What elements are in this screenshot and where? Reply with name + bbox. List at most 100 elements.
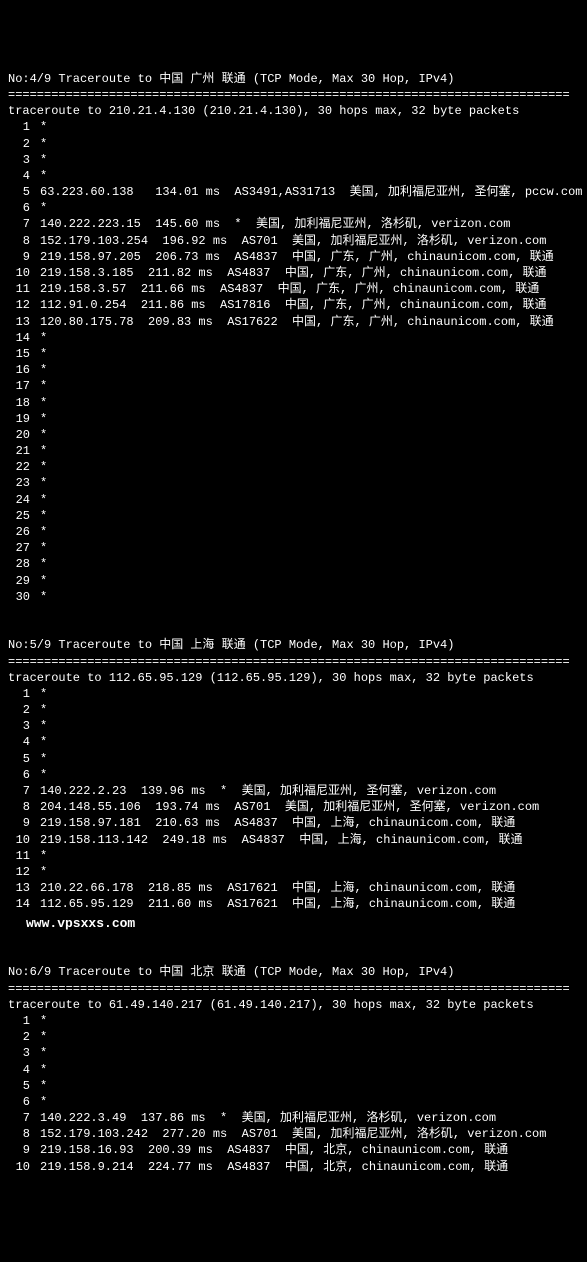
hop-row: 7 140.222.223.15 145.60 ms * 美国, 加利福尼亚州,… xyxy=(8,216,579,232)
hop-row: 5 63.223.60.138 134.01 ms AS3491,AS31713… xyxy=(8,184,579,200)
hop-detail: * xyxy=(40,1030,47,1044)
hop-row: 2 * xyxy=(8,136,579,152)
hop-number: 5 xyxy=(8,1078,30,1094)
hop-detail: * xyxy=(40,509,47,523)
hop-row: 6 * xyxy=(8,200,579,216)
hop-detail: 219.158.9.214 224.77 ms AS4837 中国, 北京, c… xyxy=(40,1160,508,1174)
hop-number: 10 xyxy=(8,1159,30,1175)
hop-row: 13 210.22.66.178 218.85 ms AS17621 中国, 上… xyxy=(8,880,579,896)
hop-number: 6 xyxy=(8,767,30,783)
hop-detail: * xyxy=(40,347,47,361)
hop-detail: * xyxy=(40,169,47,183)
hop-row: 16 * xyxy=(8,362,579,378)
blank-line xyxy=(8,605,579,621)
hop-row: 13 120.80.175.78 209.83 ms AS17622 中国, 广… xyxy=(8,314,579,330)
hop-number: 19 xyxy=(8,411,30,427)
hop-row: 30 * xyxy=(8,589,579,605)
hop-number: 18 xyxy=(8,395,30,411)
hop-number: 7 xyxy=(8,1110,30,1126)
hop-row: 19 * xyxy=(8,411,579,427)
hop-detail: * xyxy=(40,525,47,539)
hop-number: 5 xyxy=(8,184,30,200)
hop-row: 22 * xyxy=(8,459,579,475)
hop-row: 3 * xyxy=(8,152,579,168)
hop-row: 9 219.158.97.205 206.73 ms AS4837 中国, 广东… xyxy=(8,249,579,265)
hop-row: 14 * xyxy=(8,330,579,346)
hop-row: 27 * xyxy=(8,540,579,556)
hop-row: 8 152.179.103.254 196.92 ms AS701 美国, 加利… xyxy=(8,233,579,249)
hop-row: 3 * xyxy=(8,1045,579,1061)
hop-number: 24 xyxy=(8,492,30,508)
hop-number: 1 xyxy=(8,686,30,702)
hop-row: 8 152.179.103.242 277.20 ms AS701 美国, 加利… xyxy=(8,1126,579,1142)
hop-row: 14 112.65.95.129 211.60 ms AS17621 中国, 上… xyxy=(8,896,579,912)
separator: ========================================… xyxy=(8,87,579,103)
hop-detail: * xyxy=(40,396,47,410)
hop-detail: 120.80.175.78 209.83 ms AS17622 中国, 广东, … xyxy=(40,315,554,329)
hop-detail: * xyxy=(40,460,47,474)
watermark-label: www.vpsxxs.com xyxy=(26,916,135,931)
hop-number: 9 xyxy=(8,249,30,265)
hop-detail: * xyxy=(40,541,47,555)
hop-detail: * xyxy=(40,719,47,733)
hop-number: 2 xyxy=(8,1029,30,1045)
hop-detail: * xyxy=(40,687,47,701)
hop-row: 1 * xyxy=(8,1013,579,1029)
hop-number: 14 xyxy=(8,330,30,346)
hop-row: 12 112.91.0.254 211.86 ms AS17816 中国, 广东… xyxy=(8,297,579,313)
hop-detail: 112.91.0.254 211.86 ms AS17816 中国, 广东, 广… xyxy=(40,298,546,312)
hop-row: 11 219.158.3.57 211.66 ms AS4837 中国, 广东,… xyxy=(8,281,579,297)
trace-subheader: traceroute to 112.65.95.129 (112.65.95.1… xyxy=(8,670,579,686)
hop-number: 4 xyxy=(8,168,30,184)
hop-number: 3 xyxy=(8,1045,30,1061)
hop-detail: * xyxy=(40,201,47,215)
hop-number: 2 xyxy=(8,702,30,718)
hop-detail: 219.158.97.205 206.73 ms AS4837 中国, 广东, … xyxy=(40,250,554,264)
hop-detail: 219.158.16.93 200.39 ms AS4837 中国, 北京, c… xyxy=(40,1143,508,1157)
hop-number: 12 xyxy=(8,864,30,880)
trace-header-text: No:5/9 Traceroute to 中国 上海 联通 (TCP Mode,… xyxy=(8,638,454,652)
hop-row: 10 219.158.3.185 211.82 ms AS4837 中国, 广东… xyxy=(8,265,579,281)
hop-number: 1 xyxy=(8,119,30,135)
hop-detail: * xyxy=(40,444,47,458)
hop-number: 8 xyxy=(8,1126,30,1142)
hop-number: 4 xyxy=(8,734,30,750)
hop-number: 7 xyxy=(8,783,30,799)
hop-detail: 219.158.3.57 211.66 ms AS4837 中国, 广东, 广州… xyxy=(40,282,539,296)
hop-detail: 152.179.103.242 277.20 ms AS701 美国, 加利福尼… xyxy=(40,1127,546,1141)
hop-detail: 204.148.55.106 193.74 ms AS701 美国, 加利福尼亚… xyxy=(40,800,539,814)
hop-number: 21 xyxy=(8,443,30,459)
hop-number: 20 xyxy=(8,427,30,443)
hop-row: 4 * xyxy=(8,168,579,184)
hop-row: 4 * xyxy=(8,734,579,750)
hop-detail: * xyxy=(40,590,47,604)
trace-subheader-text: traceroute to 112.65.95.129 (112.65.95.1… xyxy=(8,671,534,685)
separator-line: ========================================… xyxy=(8,982,570,996)
hop-number: 15 xyxy=(8,346,30,362)
hop-number: 22 xyxy=(8,459,30,475)
hop-detail: 152.179.103.254 196.92 ms AS701 美国, 加利福尼… xyxy=(40,234,546,248)
hop-detail: * xyxy=(40,120,47,134)
hop-row: 17 * xyxy=(8,378,579,394)
hop-row: 5 * xyxy=(8,1078,579,1094)
hop-row: 6 * xyxy=(8,1094,579,1110)
hop-number: 11 xyxy=(8,281,30,297)
hop-detail: * xyxy=(40,735,47,749)
hop-detail: * xyxy=(40,1079,47,1093)
blank-line xyxy=(8,932,579,948)
hop-detail: 210.22.66.178 218.85 ms AS17621 中国, 上海, … xyxy=(40,881,515,895)
hop-row: 10 219.158.113.142 249.18 ms AS4837 中国, … xyxy=(8,832,579,848)
hop-row: 2 * xyxy=(8,1029,579,1045)
hop-number: 14 xyxy=(8,896,30,912)
hop-detail: * xyxy=(40,153,47,167)
trace-header-text: No:6/9 Traceroute to 中国 北京 联通 (TCP Mode,… xyxy=(8,965,454,979)
hop-detail: 140.222.2.23 139.96 ms * 美国, 加利福尼亚州, 圣何塞… xyxy=(40,784,496,798)
hop-number: 30 xyxy=(8,589,30,605)
hop-detail: * xyxy=(40,428,47,442)
hop-number: 3 xyxy=(8,152,30,168)
hop-detail: * xyxy=(40,1063,47,1077)
hop-row: 6 * xyxy=(8,767,579,783)
hop-detail: * xyxy=(40,768,47,782)
hop-detail: * xyxy=(40,574,47,588)
hop-row: 11 * xyxy=(8,848,579,864)
